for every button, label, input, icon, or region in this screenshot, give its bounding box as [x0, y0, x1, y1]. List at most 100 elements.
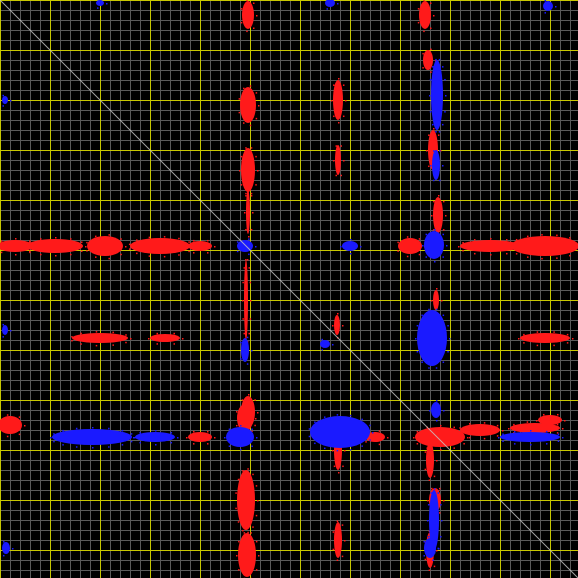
negative-peak-fringe	[321, 338, 323, 341]
negative-peak-fringe	[422, 245, 424, 247]
positive-peak-fringe	[564, 420, 566, 422]
negative-peak-fringe	[416, 351, 419, 353]
positive-peak-fringe	[238, 98, 241, 100]
positive-peak-fringe	[332, 531, 335, 533]
positive-peak-fringe	[6, 414, 9, 416]
positive-peak-fringe	[508, 428, 510, 430]
negative-peak-fringe	[449, 338, 451, 340]
positive-peak-fringe	[70, 253, 72, 256]
negative-peak-fringe	[3, 554, 5, 557]
positive-peak	[87, 236, 123, 256]
positive-peak-fringe	[252, 526, 254, 528]
positive-peak	[433, 197, 443, 233]
positive-peak-fringe	[335, 145, 337, 147]
positive-peak-fringe	[474, 252, 476, 255]
positive-peak-fringe	[341, 524, 344, 526]
positive-peak-fringe	[71, 336, 73, 338]
positive-peak	[423, 50, 433, 70]
positive-peak-fringe	[562, 428, 564, 430]
positive-peak-fringe	[506, 252, 508, 255]
negative-peak-fringe	[349, 449, 352, 451]
positive-peak-fringe	[556, 257, 558, 259]
positive-peak-fringe	[173, 332, 175, 335]
positive-peak-fringe	[240, 21, 243, 24]
positive-peak-fringe	[332, 325, 334, 327]
positive-peak-fringe	[483, 437, 486, 440]
positive-peak-fringe	[345, 100, 347, 102]
positive-peak-fringe	[342, 465, 344, 468]
negative-peak-fringe	[177, 437, 179, 439]
positive-peak-fringe	[193, 443, 195, 445]
positive-peak-fringe	[453, 447, 455, 449]
negative-peak-fringe	[251, 428, 253, 431]
positive-peak-fringe	[440, 425, 442, 427]
positive-peak-fringe	[553, 331, 555, 333]
positive-peak-fringe	[252, 27, 255, 30]
positive-peak-fringe	[439, 487, 441, 490]
negative-peak-fringe	[441, 66, 444, 68]
positive-peak-fringe	[341, 555, 344, 558]
positive-peak-fringe	[235, 424, 238, 427]
positive-peak-fringe	[258, 105, 260, 107]
negative-peak-fringe	[423, 555, 426, 557]
positive-peak-fringe	[258, 555, 260, 557]
positive-peak-fringe	[462, 250, 464, 252]
negative-peak-fringe	[350, 239, 352, 241]
negative-peak-fringe	[425, 233, 428, 236]
negative-peak-fringe	[502, 440, 504, 442]
positive-peak	[27, 239, 83, 253]
positive-peak-fringe	[108, 234, 110, 236]
positive-peak-fringe	[239, 170, 241, 172]
negative-peak-fringe	[10, 100, 12, 102]
negative-peak-fringe	[12, 548, 14, 550]
negative-peak	[2, 96, 8, 104]
positive-peak-fringe	[55, 237, 57, 239]
negative-peak-fringe	[438, 131, 441, 133]
positive-peak-fringe	[536, 420, 538, 422]
negative-peak-fringe	[121, 429, 124, 432]
positive-peak-fringe	[6, 435, 9, 438]
positive-peak-fringe	[55, 255, 57, 257]
positive-peak-fringe	[509, 243, 512, 246]
positive-peak-fringe	[188, 241, 190, 243]
positive-peak-fringe	[242, 470, 244, 472]
positive-peak-fringe	[333, 465, 336, 468]
positive-peak-fringe	[430, 48, 432, 51]
positive-peak-fringe	[242, 402, 245, 404]
positive-peak-fringe	[431, 215, 433, 217]
positive-peak-fringe	[243, 87, 245, 90]
negative-peak-fringe	[340, 246, 342, 248]
negative-peak-fringe	[336, 449, 339, 452]
positive-peak-fringe	[207, 443, 209, 445]
negative-peak-fringe	[62, 444, 64, 446]
positive-peak-fringe	[29, 241, 31, 243]
positive-peak-fringe	[426, 447, 428, 449]
positive-peak-fringe	[566, 342, 569, 344]
positive-peak-fringe	[80, 343, 82, 345]
positive-peak-fringe	[430, 71, 432, 73]
positive-peak-fringe	[136, 252, 138, 255]
positive-peak-fringe	[255, 418, 257, 420]
positive-peak-fringe	[86, 250, 88, 252]
positive-peak-fringe	[496, 435, 499, 437]
positive-peak-fringe	[440, 449, 442, 451]
positive-peak-fringe	[458, 246, 460, 248]
positive-peak	[398, 238, 422, 254]
positive-peak-fringe	[431, 487, 433, 490]
negative-peak-fringe	[434, 488, 436, 490]
positive-peak-fringe	[207, 430, 209, 433]
positive-peak	[415, 427, 465, 447]
positive-peak-fringe	[240, 155, 243, 158]
negative-peak-fringe	[432, 536, 434, 539]
negative-peak-fringe	[530, 444, 532, 446]
negative-peak-fringe	[436, 420, 438, 422]
positive-peak-fringe	[186, 437, 188, 439]
negative-peak-fringe	[435, 131, 437, 133]
positive-peak-fringe	[249, 281, 252, 284]
negative-peak-fringe	[170, 432, 173, 434]
positive-peak-fringe	[86, 241, 88, 244]
negative-peak	[432, 150, 440, 180]
positive-peak-fringe	[406, 236, 409, 238]
positive-peak-fringe	[387, 437, 389, 439]
positive-peak-fringe	[417, 21, 420, 24]
